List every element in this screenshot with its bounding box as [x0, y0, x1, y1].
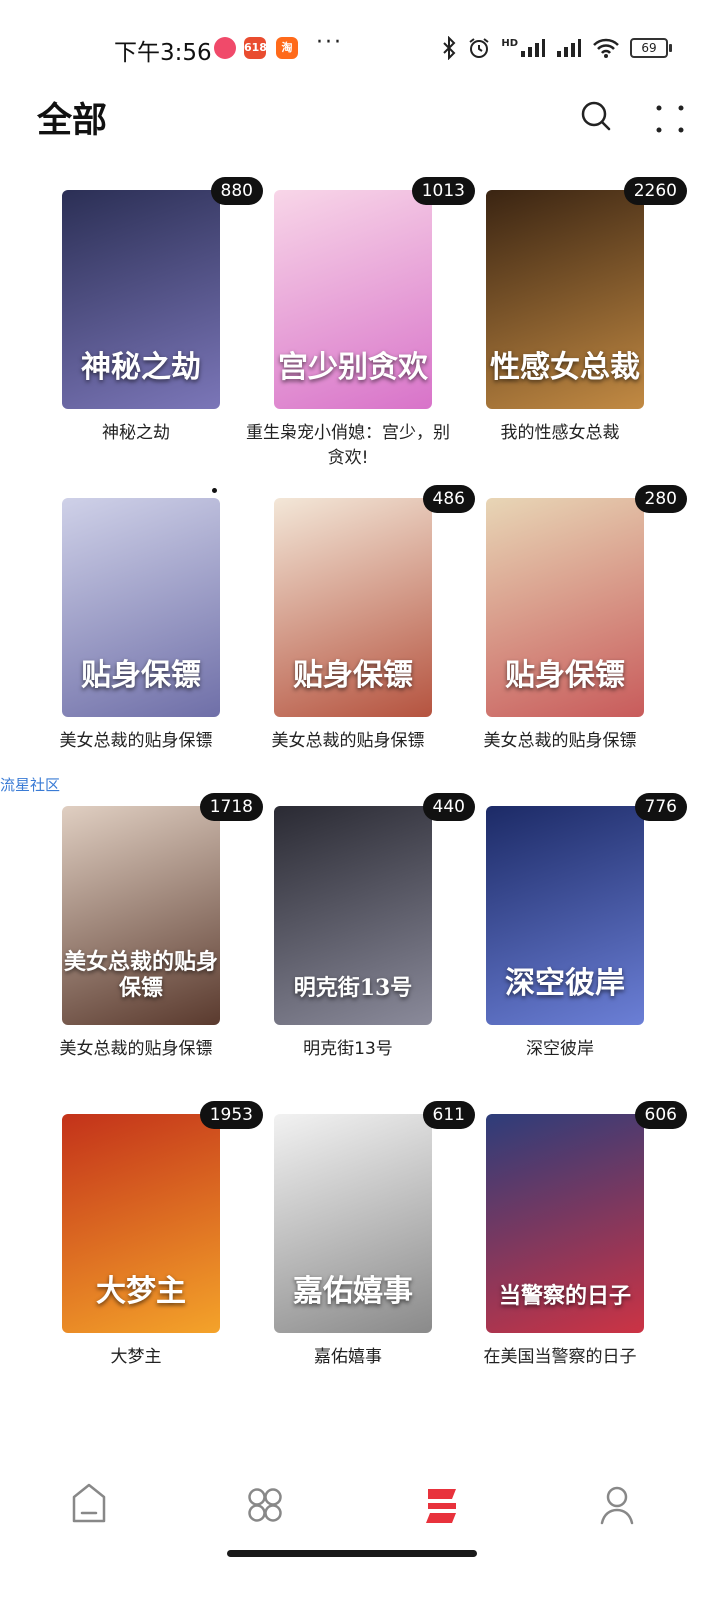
nav-profile-button[interactable]	[582, 1475, 652, 1535]
book-title: 我的性感女总裁	[500, 423, 620, 443]
book-cover[interactable]: 当警察的日子	[486, 1114, 644, 1333]
book-title: 在美国当警察的日子	[483, 1347, 637, 1367]
book-cover[interactable]: 深空彼岸	[486, 806, 644, 1025]
chapter-count-badge: 606	[634, 1101, 687, 1129]
nav-home-button[interactable]	[54, 1475, 124, 1535]
page-title: 全部	[37, 101, 108, 141]
book-title: 美女总裁的贴身保镖	[483, 731, 637, 751]
chapter-count-badge: 1718	[199, 793, 263, 821]
book-cover[interactable]: 贴身保镖	[486, 498, 644, 717]
grid-more-icon	[656, 105, 684, 133]
bookshelf-icon	[426, 1489, 456, 1523]
signal-icon-2	[557, 39, 581, 57]
search-button[interactable]	[576, 96, 616, 136]
book-cover-title: 神秘之劫	[81, 350, 201, 385]
book-cover[interactable]: 嘉佑嬉事	[274, 1114, 432, 1333]
wifi-icon	[593, 38, 619, 58]
book-cover[interactable]: 明克街13号	[274, 806, 432, 1025]
book-cover[interactable]: 性感女总裁	[486, 190, 644, 409]
book-title: 美女总裁的贴身保镖	[271, 731, 425, 751]
chapter-count-badge: 440	[422, 793, 475, 821]
nav-categories-button[interactable]	[230, 1475, 300, 1535]
status-right-group: HD 69	[441, 34, 672, 62]
floating-community-label[interactable]: 流星社区	[0, 774, 60, 795]
book-cover[interactable]: 美女总裁的贴身保镖	[62, 806, 220, 1025]
book-title: 深空彼岸	[526, 1039, 594, 1059]
book-title: 大梦主	[110, 1347, 162, 1367]
search-icon	[581, 101, 611, 131]
chapter-count-badge: 1013	[411, 177, 475, 205]
alarm-icon	[469, 38, 489, 58]
app-badge-taobao-icon: 淘	[276, 37, 298, 59]
app-badge-618-icon: 618	[244, 37, 267, 59]
indicator-dot	[212, 488, 217, 493]
book-cover-title: 贴身保镖	[505, 658, 625, 693]
status-more-icon: ···	[316, 30, 343, 55]
book-cover-title: 明克街13号	[293, 975, 413, 1001]
chapter-count-badge: 1953	[199, 1101, 263, 1129]
battery-icon: 69	[630, 38, 672, 58]
app-notification-icon	[214, 37, 236, 59]
status-bar: 下午3:56 618 淘 ··· HD 69	[0, 0, 720, 90]
book-cover[interactable]: 大梦主	[62, 1114, 220, 1333]
app-header: 全部	[0, 90, 720, 150]
more-options-button[interactable]	[650, 96, 690, 136]
book-cover-title: 贴身保镖	[81, 658, 201, 693]
nav-bookshelf-button[interactable]	[406, 1475, 476, 1535]
book-cover-title: 当警察的日子	[498, 1283, 631, 1309]
chapter-count-badge: 486	[422, 485, 475, 513]
chapter-count-badge: 776	[634, 793, 687, 821]
book-cover[interactable]: 宫少别贪欢	[274, 190, 432, 409]
person-icon	[600, 1486, 634, 1525]
chapter-count-badge: 280	[634, 485, 687, 513]
book-cover-title: 美女总裁的贴身保镖	[63, 949, 218, 1001]
book-cover-title: 性感女总裁	[490, 350, 640, 385]
book-cover-title: 深空彼岸	[505, 966, 625, 1001]
book-title: 美女总裁的贴身保镖	[59, 731, 213, 751]
status-time: 下午3:56	[114, 40, 212, 66]
signal-icon	[521, 39, 545, 57]
hd-label: HD	[501, 37, 518, 49]
book-title: 明克街13号	[303, 1039, 393, 1059]
bluetooth-icon	[443, 36, 456, 60]
book-cover[interactable]: 神秘之劫	[62, 190, 220, 409]
home-icon	[72, 1483, 106, 1523]
book-title: 美女总裁的贴身保镖	[59, 1039, 213, 1059]
book-cover[interactable]: 贴身保镖	[62, 498, 220, 717]
book-cover-title: 宫少别贪欢	[278, 350, 428, 385]
bottom-navigation	[0, 1465, 720, 1545]
book-cover-title: 贴身保镖	[293, 658, 413, 693]
grid-icon	[248, 1488, 282, 1522]
book-title: 重生枭宠小俏媳：宫少，别贪欢!	[246, 423, 450, 468]
book-cover-title: 嘉佑嬉事	[293, 1274, 413, 1309]
book-cover[interactable]: 贴身保镖	[274, 498, 432, 717]
home-indicator[interactable]	[227, 1550, 477, 1557]
book-title: 神秘之劫	[102, 423, 170, 443]
chapter-count-badge: 880	[210, 177, 263, 205]
book-cover-title: 大梦主	[96, 1274, 186, 1309]
book-title: 嘉佑嬉事	[314, 1347, 382, 1367]
chapter-count-badge: 611	[422, 1101, 475, 1129]
chapter-count-badge: 2260	[623, 177, 687, 205]
